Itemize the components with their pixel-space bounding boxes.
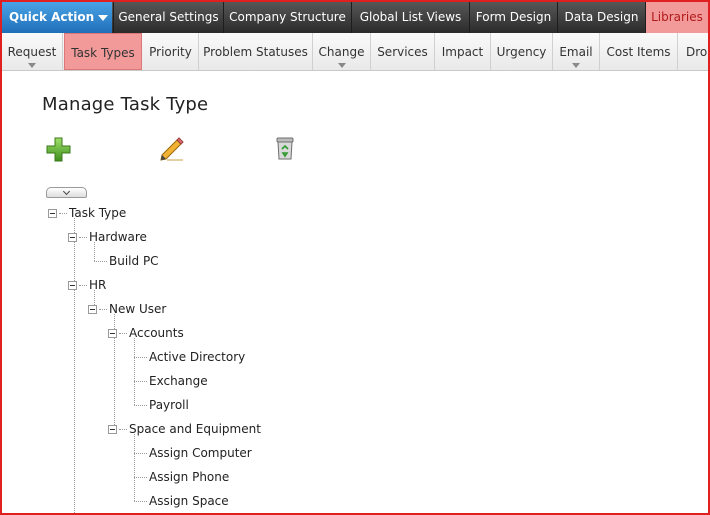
tree-collapse-toggle[interactable] bbox=[88, 305, 97, 314]
subtab-problem-statuses[interactable]: Problem Statuses bbox=[199, 33, 313, 70]
collapse-all-button[interactable] bbox=[46, 187, 87, 198]
tree-node-hardware[interactable]: Hardware bbox=[89, 230, 147, 244]
tree-connector bbox=[134, 338, 135, 405]
tree-node-new-user[interactable]: New User bbox=[109, 302, 166, 316]
quick-action-label: Quick Action bbox=[9, 10, 95, 24]
tab-libraries[interactable]: Libraries bbox=[645, 2, 708, 33]
tree-connector bbox=[59, 213, 67, 214]
tree-connector bbox=[134, 381, 147, 382]
tree-connector bbox=[94, 261, 107, 262]
chevron-down-icon bbox=[28, 63, 36, 68]
tree-connector bbox=[94, 242, 95, 261]
tree-node-active-directory[interactable]: Active Directory bbox=[149, 350, 245, 364]
tree-node-assign-computer[interactable]: Assign Computer bbox=[149, 446, 252, 460]
tree-collapse-toggle[interactable] bbox=[68, 233, 77, 242]
tree-collapse-toggle[interactable] bbox=[68, 281, 77, 290]
tree-connector bbox=[79, 285, 87, 286]
tree-connector bbox=[134, 453, 147, 454]
tree-connector bbox=[134, 405, 147, 406]
tree-connector bbox=[99, 309, 107, 310]
subtab-task-types[interactable]: Task Types bbox=[64, 33, 142, 70]
tree-collapse-toggle[interactable] bbox=[48, 209, 57, 218]
tree-node-exchange[interactable]: Exchange bbox=[149, 374, 208, 388]
tab-company-structure[interactable]: Company Structure bbox=[223, 2, 351, 33]
tree-connector bbox=[74, 218, 75, 513]
chevron-down-icon bbox=[98, 14, 109, 21]
recycle-bin-icon bbox=[276, 137, 294, 160]
tree-node-payroll[interactable]: Payroll bbox=[149, 398, 189, 412]
tree-node-hr[interactable]: HR bbox=[89, 278, 106, 292]
quick-action-menu[interactable]: Quick Action bbox=[2, 2, 112, 33]
tab-form-design[interactable]: Form Design bbox=[469, 2, 557, 33]
tree-node-task-type[interactable]: Task Type bbox=[69, 206, 126, 220]
chevron-down-icon bbox=[337, 63, 346, 68]
tab-global-list-views[interactable]: Global List Views bbox=[351, 2, 469, 33]
tree-connector bbox=[119, 429, 127, 430]
subtab-drop[interactable]: Drop bbox=[678, 33, 708, 70]
tree-node-space-and-equipment[interactable]: Space and Equipment bbox=[129, 422, 261, 436]
add-icon bbox=[46, 137, 71, 162]
tree-connector bbox=[134, 477, 147, 478]
tab-general-settings[interactable]: General Settings bbox=[113, 2, 223, 33]
subtab-email[interactable]: Email bbox=[553, 33, 600, 70]
subtab-email-label: Email bbox=[559, 45, 593, 59]
subtab-impact[interactable]: Impact bbox=[435, 33, 491, 70]
subtab-urgency[interactable]: Urgency bbox=[491, 33, 553, 70]
tree-collapse-toggle[interactable] bbox=[108, 329, 117, 338]
tree-node-build-pc[interactable]: Build PC bbox=[109, 254, 159, 268]
top-nav: Quick Action General Settings Company St… bbox=[2, 2, 708, 33]
tree-connector bbox=[134, 357, 147, 358]
subtab-priority[interactable]: Priority bbox=[143, 33, 199, 70]
add-button[interactable] bbox=[46, 137, 71, 165]
chevron-down-icon bbox=[62, 187, 71, 196]
sub-nav: Request Task Types Priority Problem Stat… bbox=[2, 33, 708, 71]
subtab-services[interactable]: Services bbox=[371, 33, 435, 70]
tree-connector bbox=[134, 434, 135, 501]
subtab-change[interactable]: Change bbox=[313, 33, 371, 70]
chevron-down-icon bbox=[572, 63, 580, 68]
subtab-request-label: Request bbox=[7, 45, 57, 59]
tab-data-design[interactable]: Data Design bbox=[557, 2, 645, 33]
app-frame: Quick Action General Settings Company St… bbox=[0, 0, 710, 515]
tree-node-assign-space[interactable]: Assign Space bbox=[149, 494, 229, 508]
edit-button[interactable] bbox=[159, 135, 185, 164]
tree-connector bbox=[119, 333, 127, 334]
tree-node-assign-phone[interactable]: Assign Phone bbox=[149, 470, 229, 484]
tree-collapse-toggle[interactable] bbox=[108, 425, 117, 434]
subtab-request[interactable]: Request bbox=[2, 33, 63, 70]
tree-connector bbox=[134, 501, 147, 502]
subtab-change-label: Change bbox=[318, 45, 365, 59]
tree-connector bbox=[79, 237, 87, 238]
page-title: Manage Task Type bbox=[42, 94, 209, 115]
delete-button[interactable] bbox=[274, 136, 296, 164]
pencil-icon bbox=[160, 137, 184, 161]
tree-node-accounts[interactable]: Accounts bbox=[129, 326, 184, 340]
subtab-cost-items[interactable]: Cost Items bbox=[600, 33, 678, 70]
